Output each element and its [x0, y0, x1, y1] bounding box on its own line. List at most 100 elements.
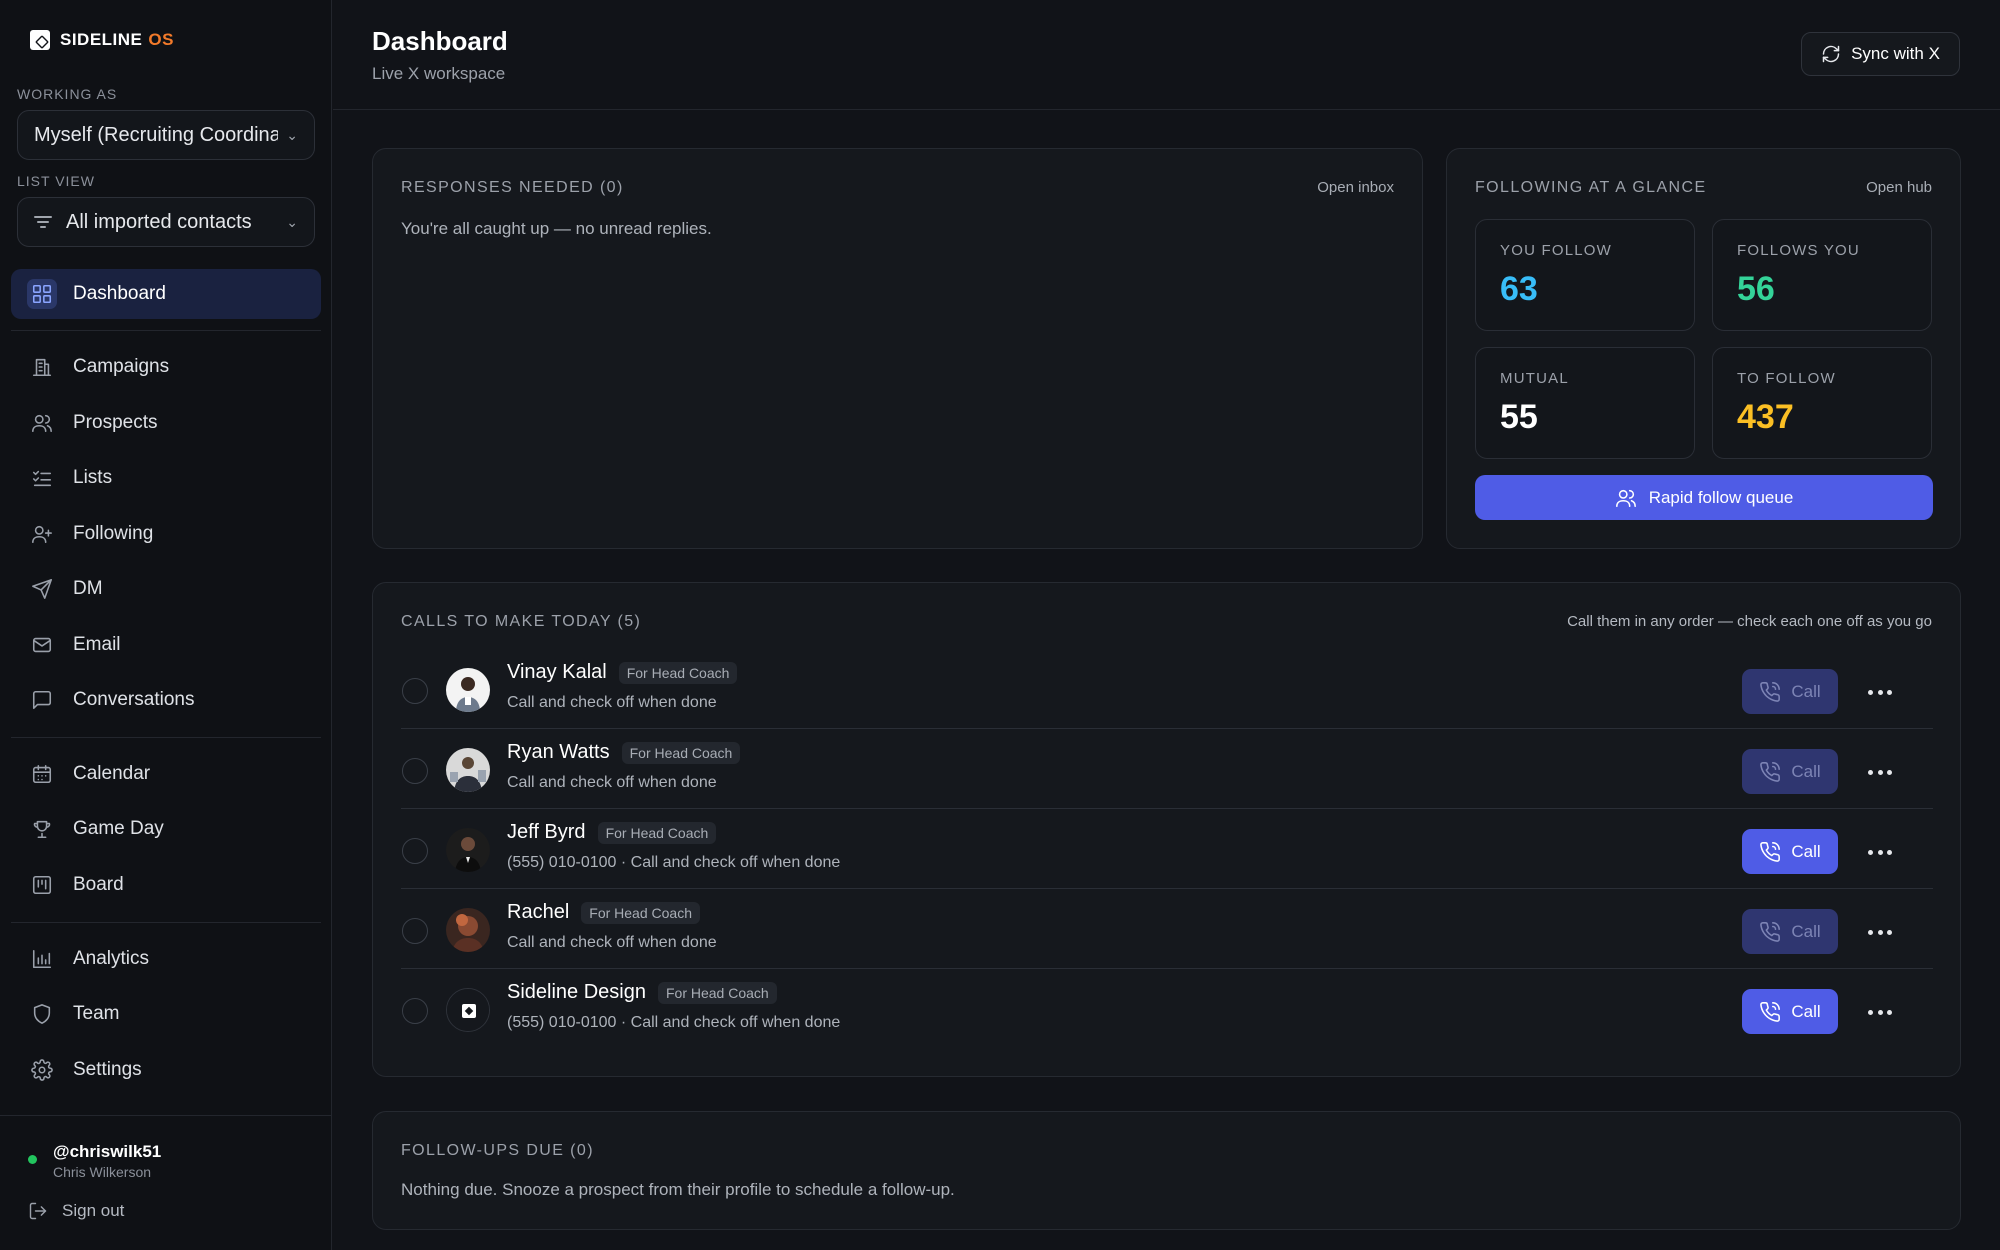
- call-button[interactable]: Call: [1742, 749, 1838, 794]
- page-title: Dashboard: [372, 26, 508, 56]
- call-subtext: Call and check off when done: [507, 694, 717, 711]
- online-status-indicator: [28, 1155, 37, 1164]
- refresh-icon: [1822, 45, 1840, 63]
- chevron-down-icon: ⌄: [286, 126, 298, 143]
- trophy-icon: [27, 814, 57, 844]
- avatar: [446, 748, 490, 792]
- call-complete-checkbox[interactable]: [402, 998, 428, 1024]
- sidebar-item-campaigns[interactable]: Campaigns: [11, 342, 321, 392]
- stat-label: MUTUAL: [1500, 370, 1569, 387]
- sync-with-x-button[interactable]: Sync with X: [1801, 32, 1960, 76]
- responses-title: RESPONSES NEEDED (0): [401, 179, 624, 196]
- sidebar-divider: [11, 330, 321, 331]
- sidebar-item-label: Prospects: [73, 412, 158, 433]
- following-at-a-glance-card: FOLLOWING AT A GLANCE Open hub YOU FOLLO…: [1446, 148, 1961, 549]
- contact-name[interactable]: Ryan Watts: [507, 741, 610, 764]
- call-complete-checkbox[interactable]: [402, 678, 428, 704]
- sidebar-item-email[interactable]: Email: [11, 620, 321, 670]
- call-label: Call: [1791, 761, 1821, 781]
- contact-name[interactable]: Rachel: [507, 901, 569, 924]
- sidebar-item-board[interactable]: Board: [11, 860, 321, 910]
- call-complete-checkbox[interactable]: [402, 838, 428, 864]
- call-label: Call: [1791, 921, 1821, 941]
- sidebar-item-analytics[interactable]: Analytics: [11, 934, 321, 984]
- more-options-icon[interactable]: [1868, 762, 1892, 782]
- sidebar-item-label: Calendar: [73, 763, 151, 784]
- sidebar-item-prospects[interactable]: Prospects: [11, 398, 321, 448]
- role-tag: For Head Coach: [597, 821, 717, 844]
- sidebar-item-following[interactable]: Following: [11, 509, 321, 559]
- shield-icon: [27, 999, 57, 1029]
- brand-logo[interactable]: SIDELINE OS: [30, 30, 174, 50]
- stat-value: 63: [1500, 270, 1538, 308]
- logo-mark-icon: [30, 30, 50, 50]
- sidebar-item-label: Analytics: [73, 948, 150, 969]
- filter-icon: [34, 216, 52, 228]
- stat-value: 437: [1737, 398, 1794, 436]
- call-row: Ryan Watts For Head Coach Call and check…: [401, 729, 1933, 809]
- call-row: Vinay Kalal For Head Coach Call and chec…: [401, 649, 1933, 729]
- sidebar-divider: [11, 737, 321, 738]
- call-button[interactable]: Call: [1742, 669, 1838, 714]
- more-options-icon[interactable]: [1868, 922, 1892, 942]
- sidebar-item-lists[interactable]: Lists: [11, 453, 321, 503]
- phone-call-icon: [1760, 841, 1781, 862]
- send-icon: [27, 574, 57, 604]
- stat-label: TO FOLLOW: [1737, 370, 1836, 387]
- stat-value: 55: [1500, 398, 1538, 436]
- rapid-follow-label: Rapid follow queue: [1648, 487, 1794, 507]
- calls-hint: Call them in any order — check each one …: [1567, 613, 1932, 630]
- call-subtext: (555) 010-0100 · Call and check off when…: [507, 854, 841, 871]
- log-out-icon: [29, 1202, 47, 1220]
- more-options-icon[interactable]: [1868, 682, 1892, 702]
- working-as-select[interactable]: Myself (Recruiting Coordina ⌄: [17, 110, 315, 160]
- sign-out-button[interactable]: Sign out: [28, 1201, 124, 1221]
- stat-label: FOLLOWS YOU: [1737, 242, 1860, 259]
- sidebar-item-label: Settings: [73, 1059, 142, 1080]
- call-complete-checkbox[interactable]: [402, 758, 428, 784]
- sidebar-item-dm[interactable]: DM: [11, 564, 321, 614]
- sidebar-item-label: Email: [73, 634, 121, 655]
- stat-to-follow[interactable]: TO FOLLOW 437: [1712, 347, 1932, 459]
- call-button[interactable]: Call: [1742, 989, 1838, 1034]
- call-subtext: (555) 010-0100 · Call and check off when…: [507, 1014, 841, 1031]
- sidebar-item-conversations[interactable]: Conversations: [11, 675, 321, 725]
- sidebar-item-label: Campaigns: [73, 356, 170, 377]
- stat-mutual[interactable]: MUTUAL 55: [1475, 347, 1695, 459]
- working-as-label: WORKING AS: [17, 86, 118, 102]
- rapid-follow-queue-button[interactable]: Rapid follow queue: [1475, 475, 1933, 520]
- contact-name[interactable]: Jeff Byrd: [507, 821, 586, 844]
- contact-name[interactable]: Vinay Kalal: [507, 661, 607, 684]
- sidebar-divider: [11, 922, 321, 923]
- brand-suffix: OS: [148, 30, 174, 49]
- call-button[interactable]: Call: [1742, 909, 1838, 954]
- open-inbox-link[interactable]: Open inbox: [1317, 179, 1394, 196]
- avatar: [446, 908, 490, 952]
- sidebar-item-game-day[interactable]: Game Day: [11, 804, 321, 854]
- sidebar-item-team[interactable]: Team: [11, 989, 321, 1039]
- stat-you-follow[interactable]: YOU FOLLOW 63: [1475, 219, 1695, 331]
- sidebar-item-label: Dashboard: [73, 283, 166, 304]
- sync-label: Sync with X: [1851, 44, 1940, 63]
- sidebar-item-settings[interactable]: Settings: [11, 1045, 321, 1095]
- role-tag: For Head Coach: [657, 981, 777, 1004]
- calls-to-make-card: CALLS TO MAKE TODAY (5) Call them in any…: [372, 582, 1961, 1077]
- more-options-icon[interactable]: [1868, 842, 1892, 862]
- sidebar-item-dashboard[interactable]: Dashboard: [11, 269, 321, 319]
- responses-empty-text: You're all caught up — no unread replies…: [401, 219, 712, 238]
- responses-needed-card: RESPONSES NEEDED (0) Open inbox You're a…: [372, 148, 1423, 549]
- phone-call-icon: [1760, 1001, 1781, 1022]
- more-options-icon[interactable]: [1868, 1002, 1892, 1022]
- sidebar-item-calendar[interactable]: Calendar: [11, 749, 321, 799]
- open-hub-link[interactable]: Open hub: [1866, 179, 1932, 196]
- stat-follows-you[interactable]: FOLLOWS YOU 56: [1712, 219, 1932, 331]
- chevron-down-icon: ⌄: [286, 213, 298, 230]
- sign-out-label: Sign out: [62, 1201, 125, 1220]
- avatar: [446, 828, 490, 872]
- contact-name[interactable]: Sideline Design: [507, 981, 646, 1004]
- sidebar-divider: [0, 1115, 332, 1116]
- avatar: [446, 988, 490, 1032]
- list-view-select[interactable]: All imported contacts ⌄: [17, 197, 315, 247]
- call-complete-checkbox[interactable]: [402, 918, 428, 944]
- call-button[interactable]: Call: [1742, 829, 1838, 874]
